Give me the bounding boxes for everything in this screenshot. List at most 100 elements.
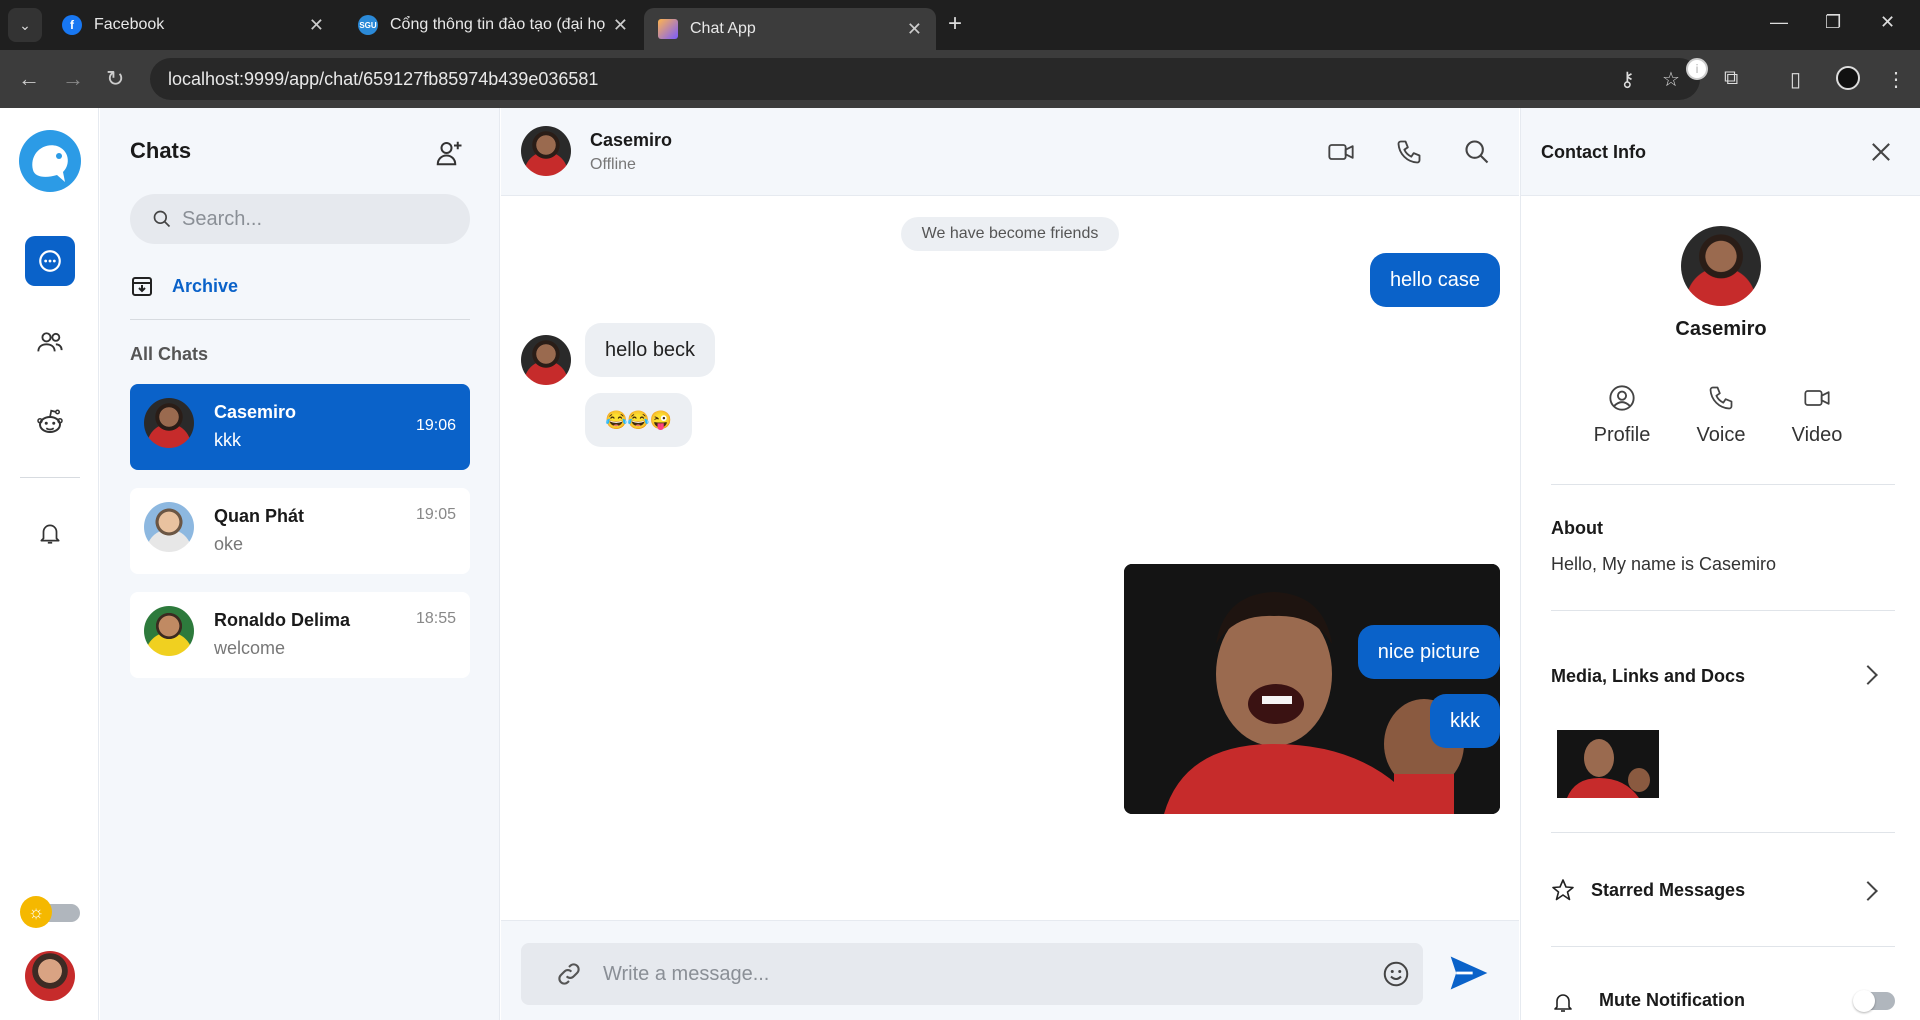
message-input[interactable] xyxy=(603,962,1363,986)
send-icon[interactable] xyxy=(1447,951,1491,995)
media-thumbnail[interactable] xyxy=(1557,730,1659,798)
bookmark-star-icon[interactable]: ☆ xyxy=(1662,67,1680,92)
chat-last-message: welcome xyxy=(214,638,286,658)
close-icon[interactable] xyxy=(1867,138,1895,166)
divider xyxy=(1551,610,1895,611)
chat-time: 19:05 xyxy=(415,506,456,523)
chevron-right-icon[interactable] xyxy=(1858,665,1878,685)
avatar xyxy=(144,398,194,448)
chats-title: Chats xyxy=(130,138,192,163)
app-logo xyxy=(19,130,81,192)
phone-icon xyxy=(1709,386,1733,410)
voice-label: Voice xyxy=(1696,424,1746,446)
site-info-icon[interactable]: i xyxy=(1686,58,1708,80)
message-bubble-out[interactable]: hello case xyxy=(1369,253,1500,307)
starred-messages-link[interactable]: Starred Messages xyxy=(1591,880,1745,901)
message-composer xyxy=(501,920,1519,1020)
url-text[interactable]: localhost:9999/app/chat/659127fb85974b43… xyxy=(168,69,598,90)
tab-chat-app[interactable]: Chat App ✕ xyxy=(644,8,936,50)
contact-avatar-large xyxy=(1681,226,1761,306)
contact-status: Offline xyxy=(590,156,636,173)
mute-notification-label: Mute Notification xyxy=(1599,990,1745,1010)
chat-time: 18:55 xyxy=(415,610,456,627)
message-bubble-out[interactable]: nice picture xyxy=(1357,625,1500,679)
new-tab-icon[interactable]: + xyxy=(948,10,962,38)
contact-name: Casemiro xyxy=(1675,318,1767,340)
message-bubble-in[interactable]: 😂😂😜 xyxy=(585,393,693,447)
divider xyxy=(130,319,470,320)
close-tab-icon[interactable]: ✕ xyxy=(613,15,628,36)
archive-icon xyxy=(132,277,152,296)
reddit-robot-icon xyxy=(37,409,63,433)
side-panel-icon[interactable]: ▯ xyxy=(1790,67,1801,92)
contact-avatar[interactable] xyxy=(521,126,571,176)
theme-toggle[interactable]: ☼ xyxy=(20,896,80,928)
extensions-icon[interactable]: ⧉ xyxy=(1724,67,1738,90)
back-icon[interactable]: ← xyxy=(18,66,40,92)
emoji-icon[interactable] xyxy=(1381,959,1411,989)
facebook-icon: f xyxy=(62,15,82,35)
chat-item-quan-phat[interactable]: Quan Phát oke 19:05 xyxy=(130,488,470,574)
search-icon[interactable] xyxy=(1463,138,1491,166)
avatar xyxy=(144,502,194,552)
archive-link[interactable]: Archive xyxy=(130,274,238,298)
add-contact-icon[interactable] xyxy=(434,138,464,168)
close-tab-icon[interactable]: ✕ xyxy=(907,19,922,40)
video-action[interactable]: Video xyxy=(1772,384,1862,447)
close-window-icon[interactable]: ✕ xyxy=(1880,12,1895,33)
menu-kebab-icon[interactable]: ⋮ xyxy=(1886,67,1906,92)
contact-name[interactable]: Casemiro xyxy=(590,130,672,151)
avatar xyxy=(144,606,194,656)
chat-item-ronaldo-delima[interactable]: Ronaldo Delima welcome 18:55 xyxy=(130,592,470,678)
bot-nav-button[interactable] xyxy=(25,397,75,447)
phone-icon[interactable] xyxy=(1395,138,1423,166)
minimize-icon[interactable]: — xyxy=(1770,12,1788,33)
message-image[interactable] xyxy=(1124,564,1500,814)
voice-action[interactable]: Voice xyxy=(1676,384,1766,447)
divider xyxy=(1551,946,1895,947)
tab-search-button[interactable]: ⌄ xyxy=(8,8,42,42)
media-links-docs-link[interactable]: Media, Links and Docs xyxy=(1551,666,1745,687)
address-toolbar: ← → ↻ i localhost:9999/app/chat/659127fb… xyxy=(0,50,1920,108)
user-circle-icon xyxy=(1609,385,1635,411)
browser-tab-strip: ⌄ f Facebook ✕ SGU Cổng thông tin đào tạ… xyxy=(0,0,1920,50)
users-icon xyxy=(37,332,63,352)
contact-info-title: Contact Info xyxy=(1541,142,1646,162)
mute-toggle[interactable] xyxy=(1853,990,1895,1012)
profile-icon[interactable] xyxy=(1836,66,1860,90)
profile-action[interactable]: Profile xyxy=(1577,384,1667,447)
message-list: We have become friends hello case hello … xyxy=(501,196,1519,920)
chat-last-message: kkk xyxy=(214,430,241,450)
profile-label: Profile xyxy=(1593,424,1651,446)
contact-info-header: Contact Info xyxy=(1521,108,1920,196)
close-tab-icon[interactable]: ✕ xyxy=(309,15,324,36)
password-key-icon[interactable]: ⚷ xyxy=(1620,67,1635,92)
message-bubble-in[interactable]: hello beck xyxy=(585,323,716,377)
chevron-right-icon[interactable] xyxy=(1858,881,1878,901)
address-bar[interactable]: i localhost:9999/app/chat/659127fb85974b… xyxy=(150,58,1708,100)
tab-sgu-portal[interactable]: SGU Cổng thông tin đào tạo (đại họ ✕ xyxy=(344,8,642,42)
restore-icon[interactable]: ❐ xyxy=(1825,12,1841,33)
chats-nav-button[interactable] xyxy=(25,236,75,286)
star-icon xyxy=(1552,879,1574,901)
attach-link-icon[interactable] xyxy=(555,960,583,988)
chat-search[interactable] xyxy=(130,194,470,244)
forward-icon[interactable]: → xyxy=(62,66,84,92)
reload-icon[interactable]: ↻ xyxy=(106,66,124,92)
media-photo xyxy=(1557,730,1659,798)
video-call-icon[interactable] xyxy=(1327,138,1355,166)
chat-name: Casemiro xyxy=(214,402,297,422)
message-bubble-out[interactable]: kkk xyxy=(1430,694,1500,748)
notifications-nav-button[interactable] xyxy=(25,508,75,558)
user-avatar[interactable] xyxy=(25,951,75,1001)
divider xyxy=(1551,484,1895,485)
about-text: Hello, My name is Casemiro xyxy=(1551,554,1777,574)
search-input[interactable] xyxy=(182,207,442,231)
groups-nav-button[interactable] xyxy=(25,317,75,367)
contact-info-panel: Contact Info Casemiro Profile Voice Vide… xyxy=(1520,108,1920,1020)
chat-last-message: oke xyxy=(214,534,244,554)
archive-label: Archive xyxy=(172,275,239,296)
tab-facebook[interactable]: f Facebook ✕ xyxy=(48,8,338,42)
search-icon xyxy=(153,210,171,228)
chat-item-casemiro[interactable]: Casemiro kkk 19:06 xyxy=(130,384,470,470)
